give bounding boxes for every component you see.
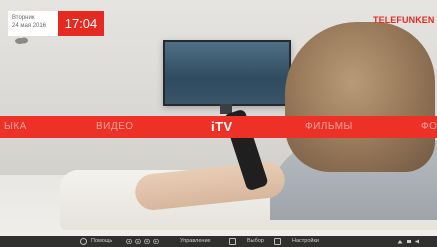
menu-item-music[interactable]: ЫКА xyxy=(4,116,27,138)
weekday-label: Вторник xyxy=(12,15,35,21)
hint-select: Выбор xyxy=(247,238,264,244)
arrow-up-icon xyxy=(135,239,141,244)
main-menu: ЫКА ВИДЕО iTV ФИЛЬМЫ ФО xyxy=(0,116,437,138)
hint-settings: Настройки xyxy=(292,238,319,244)
date-label: 24 мая 2016 xyxy=(12,23,47,29)
usb-icon xyxy=(407,240,411,243)
arrow-left-icon xyxy=(126,239,132,244)
menu-item-video[interactable]: ВИДЕО xyxy=(96,116,134,138)
volume-icon xyxy=(415,239,419,244)
arrow-down-icon xyxy=(144,239,150,244)
key-icon xyxy=(80,238,87,245)
hint-help: Помощь xyxy=(91,238,113,244)
clock: 17:04 xyxy=(58,11,104,36)
hint-control: Управление xyxy=(180,238,211,244)
network-icon xyxy=(397,240,403,244)
menu-icon xyxy=(274,238,281,245)
ok-icon xyxy=(229,238,236,245)
arrow-right-icon xyxy=(153,239,159,244)
brand-logo: TELEFUNKEN xyxy=(373,15,435,25)
menu-item-films[interactable]: ФИЛЬМЫ xyxy=(305,116,353,138)
person-hair-image xyxy=(285,22,435,172)
menu-item-itv[interactable]: iTV xyxy=(211,116,233,138)
tv-screen-image xyxy=(163,40,291,106)
weather-cloud-icon xyxy=(15,37,28,44)
hint-bar: Помощь Управление Выбор Настройки xyxy=(0,236,437,247)
menu-item-photo[interactable]: ФО xyxy=(421,116,437,138)
date-box: Вторник 24 мая 2016 xyxy=(8,11,58,36)
